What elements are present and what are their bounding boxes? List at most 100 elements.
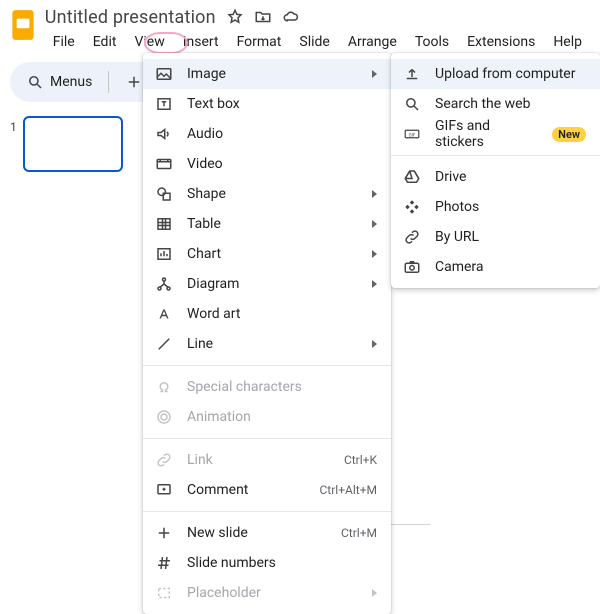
menu-label: Search the web [435,96,586,112]
submenu-arrow-icon [372,340,377,348]
insert-image[interactable]: Image [143,59,391,89]
menu-label: New slide [187,525,327,541]
move-to-folder-icon[interactable] [254,8,272,26]
image-icon [155,65,173,83]
insert-animation: Animation [143,402,391,432]
image-upload-from-computer[interactable]: Upload from computer [391,59,600,89]
svg-text:GIF: GIF [409,132,416,138]
menu-label: Audio [187,126,377,142]
menu-label: Text box [187,96,377,112]
image-search-web[interactable]: Search the web [391,89,600,119]
submenu-arrow-icon [372,250,377,258]
insert-video[interactable]: Video [143,149,391,179]
menu-label: Placeholder [187,585,352,601]
shortcut-label: Ctrl+Alt+M [320,483,378,497]
insert-line[interactable]: Line [143,329,391,359]
search-icon [403,95,421,113]
menu-label: Line [187,336,352,352]
menu-extensions[interactable]: Extensions [459,30,543,54]
insert-audio[interactable]: Audio [143,119,391,149]
animation-icon [155,408,173,426]
hash-icon [155,554,173,572]
line-icon [155,335,173,353]
submenu-arrow-icon [372,280,377,288]
insert-slide-numbers[interactable]: Slide numbers [143,548,391,578]
submenu-arrow-icon [372,70,377,78]
upload-icon [403,65,421,83]
insert-link: Link Ctrl+K [143,445,391,475]
insert-chart[interactable]: Chart [143,239,391,269]
menu-label: Diagram [187,276,352,292]
placeholder-icon [155,584,173,602]
star-icon[interactable] [226,8,244,26]
link-icon [403,228,421,246]
gif-icon: GIF [403,125,421,143]
menubar: File Edit View Insert Format Slide Arran… [45,28,590,54]
insert-shape[interactable]: Shape [143,179,391,209]
link-icon [155,451,173,469]
slide-thumbnail-1[interactable] [23,116,123,172]
image-gifs-stickers[interactable]: GIF GIFs and stickers New [391,119,600,149]
menu-edit[interactable]: Edit [85,30,125,54]
video-icon [155,155,173,173]
image-camera[interactable]: Camera [391,252,600,282]
menu-help[interactable]: Help [545,30,590,54]
menu-label: Camera [435,259,586,275]
audio-icon [155,125,173,143]
menu-label: Animation [187,409,377,425]
menu-label: Special characters [187,379,377,395]
insert-table[interactable]: Table [143,209,391,239]
image-by-url[interactable]: By URL [391,222,600,252]
slide-number: 1 [10,116,17,172]
camera-icon [403,258,421,276]
submenu-arrow-icon [372,589,377,597]
insert-special-characters: Special characters [143,372,391,402]
search-menus-button[interactable]: Menus [16,68,102,96]
insert-textbox[interactable]: Text box [143,89,391,119]
menu-label: Video [187,156,377,172]
menu-label: Slide numbers [187,555,377,571]
menu-label: Table [187,216,352,232]
menu-view[interactable]: View [126,30,172,54]
menu-separator [143,511,391,512]
image-photos[interactable]: Photos [391,192,600,222]
comment-icon [155,481,173,499]
submenu-arrow-icon [372,190,377,198]
shortcut-label: Ctrl+K [344,453,377,467]
insert-comment[interactable]: Comment Ctrl+Alt+M [143,475,391,505]
omega-icon [155,378,173,396]
shape-icon [155,185,173,203]
menu-label: Drive [435,169,586,185]
menu-insert[interactable]: Insert [175,30,227,54]
menu-slide[interactable]: Slide [291,30,337,54]
plus-icon [155,524,173,542]
insert-wordart[interactable]: Word art [143,299,391,329]
menu-arrange[interactable]: Arrange [340,30,405,54]
menu-label: Link [187,452,330,468]
menu-separator [391,155,600,156]
menu-separator [143,365,391,366]
menu-format[interactable]: Format [229,30,290,54]
search-menus-label: Menus [50,74,92,90]
textbox-icon [155,95,173,113]
menu-label: By URL [435,229,586,245]
new-badge: New [552,127,586,142]
insert-diagram[interactable]: Diagram [143,269,391,299]
menu-file[interactable]: File [45,30,83,54]
menu-label: Upload from computer [435,66,586,82]
menu-label: Word art [187,306,377,322]
menu-label: Image [187,66,352,82]
insert-new-slide[interactable]: New slide Ctrl+M [143,518,391,548]
insert-placeholder: Placeholder [143,578,391,608]
wordart-icon [155,305,173,323]
slide-thumbnail-panel: 1 [0,108,140,560]
drive-icon [403,168,421,186]
document-title[interactable]: Untitled presentation [45,7,216,28]
insert-menu-popup: Image Text box Audio Video Shape Table C… [143,53,391,614]
menu-label: Photos [435,199,586,215]
cloud-status-icon[interactable] [282,8,300,26]
menu-tools[interactable]: Tools [407,30,457,54]
image-drive[interactable]: Drive [391,162,600,192]
slides-logo[interactable] [10,6,37,44]
menu-separator [143,438,391,439]
